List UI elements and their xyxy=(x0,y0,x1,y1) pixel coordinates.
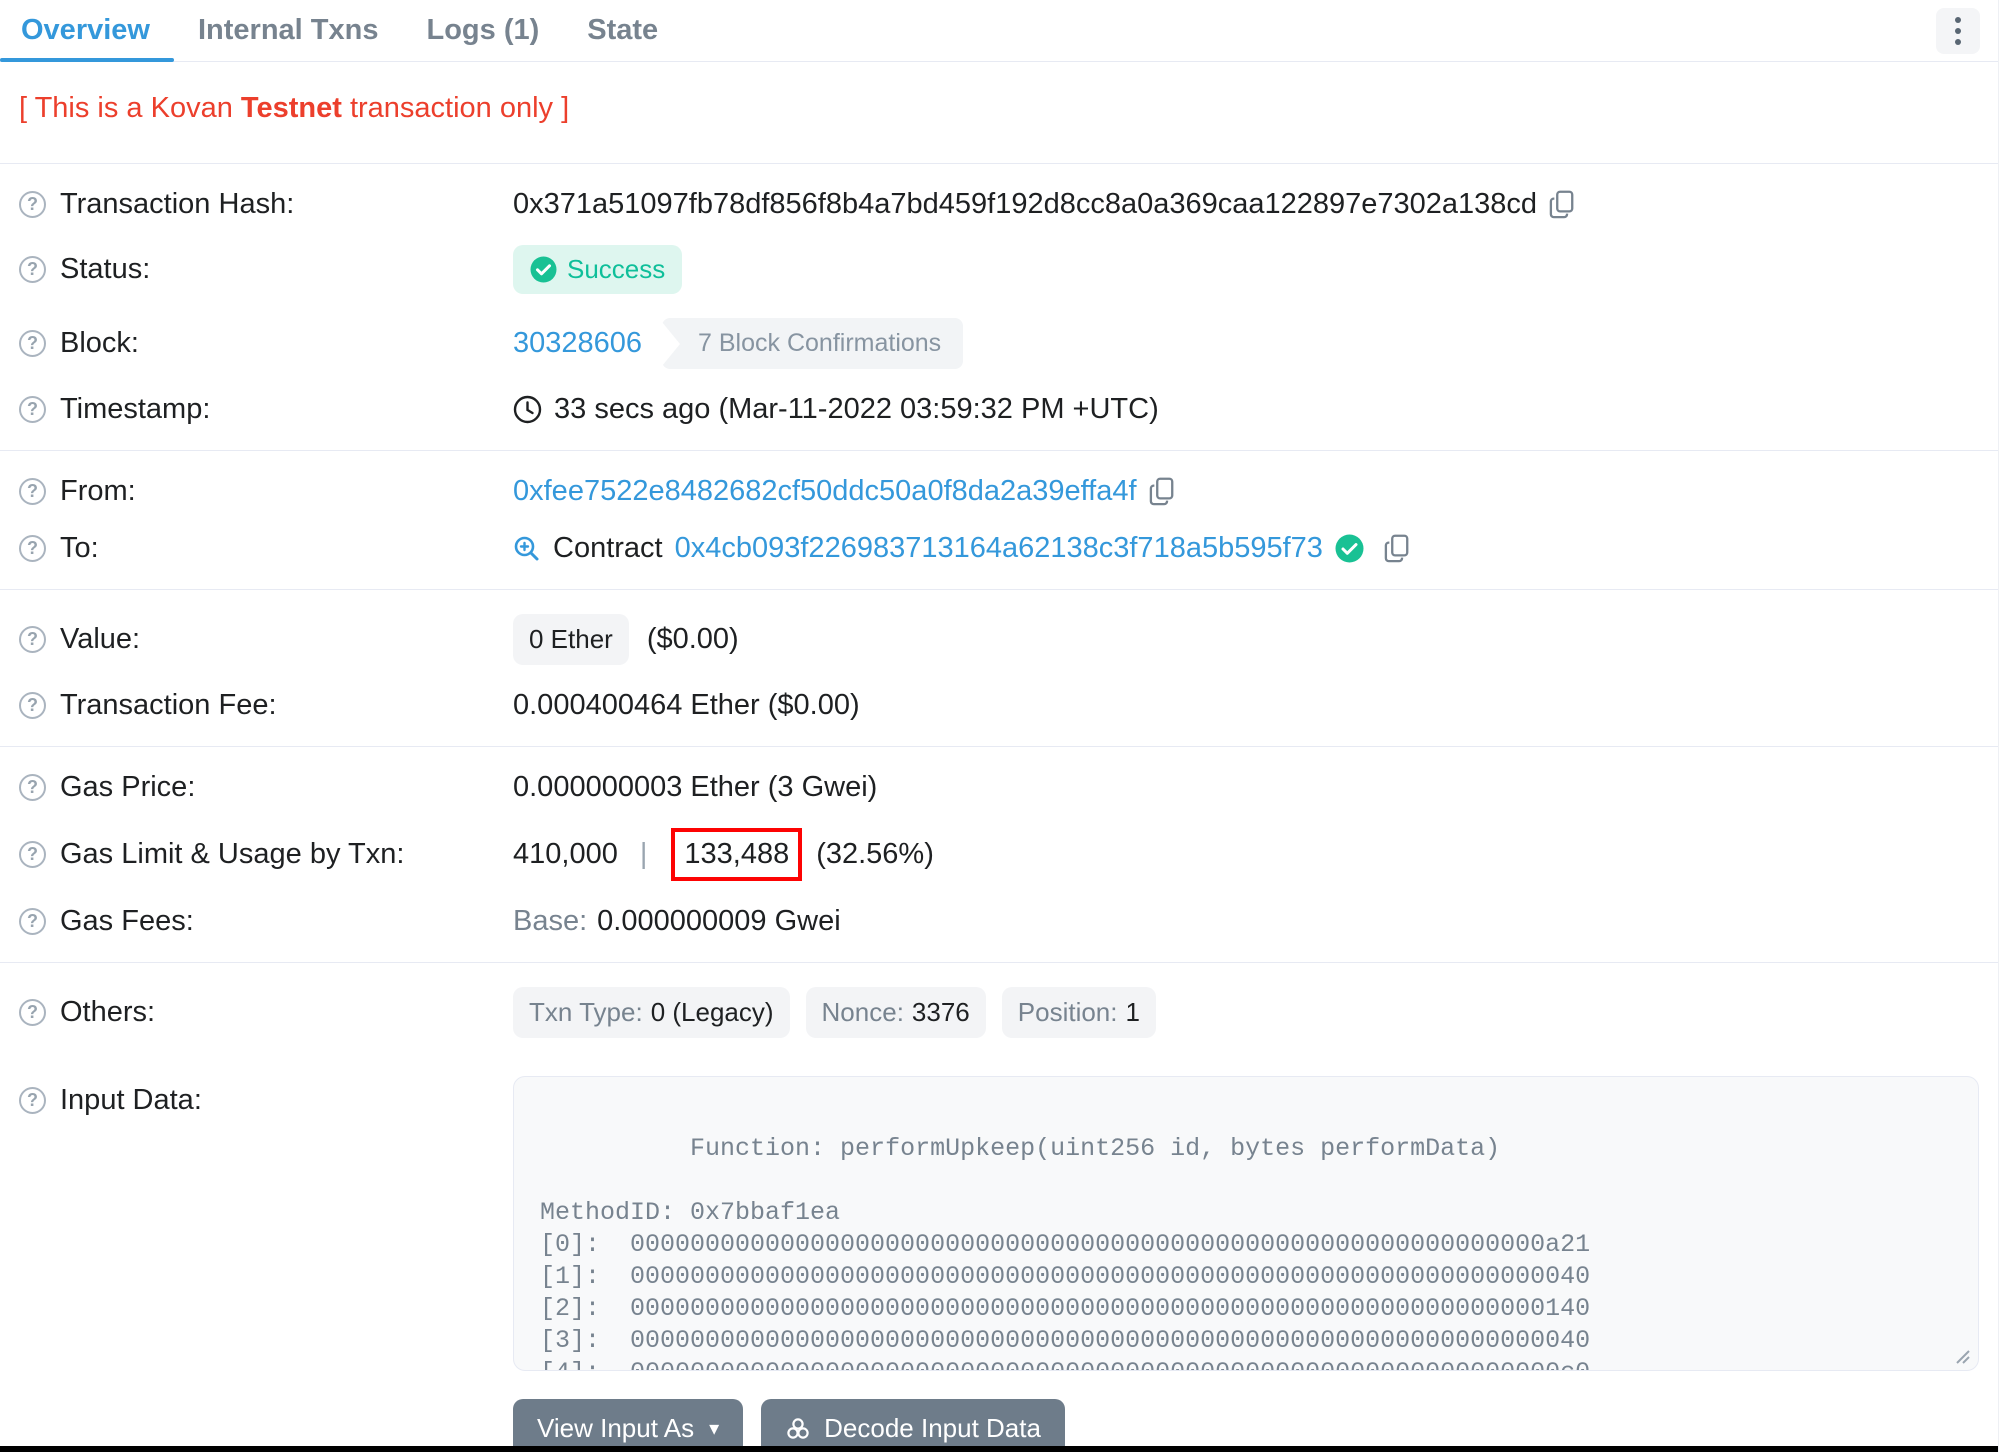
help-icon[interactable]: ? xyxy=(19,626,46,653)
row-gas-price: ? Gas Price: 0.000000003 Ether (3 Gwei) xyxy=(19,759,1979,816)
position-badge: Position: 1 xyxy=(1001,987,1156,1038)
zoom-in-icon xyxy=(514,536,539,560)
help-icon[interactable]: ? xyxy=(19,191,46,218)
timestamp-value: 33 secs ago (Mar-11-2022 03:59:32 PM +UT… xyxy=(554,393,1159,425)
to-type-label: Contract xyxy=(553,532,663,564)
verified-check-icon xyxy=(1335,534,1364,563)
from-label: From: xyxy=(60,475,136,507)
row-from: ? From: 0xfee7522e8482682cf50ddc50a0f8da… xyxy=(19,463,1979,520)
status-badge: Success xyxy=(513,245,683,294)
copy-icon xyxy=(1384,534,1409,562)
gas-separator: | xyxy=(639,838,648,870)
section-gas: ? Gas Price: 0.000000003 Ether (3 Gwei) … xyxy=(19,747,1979,962)
gas-used-percent: (32.56%) xyxy=(816,838,934,870)
window-bottom-edge xyxy=(0,1446,1998,1452)
timestamp-label: Timestamp: xyxy=(60,393,211,425)
section-summary: ? Transaction Hash: 0x371a51097fb78df856… xyxy=(19,164,1979,450)
row-timestamp: ? Timestamp: 33 secs ago (Mar-11-2022 03… xyxy=(19,381,1979,438)
check-circle-icon xyxy=(530,256,557,283)
transaction-hash-label: Transaction Hash: xyxy=(60,188,295,220)
help-icon[interactable]: ? xyxy=(19,535,46,562)
chevron-down-icon: ▾ xyxy=(709,1418,720,1440)
copy-icon xyxy=(1149,477,1173,505)
copy-to-address-button[interactable] xyxy=(1384,534,1412,564)
block-label: Block: xyxy=(60,327,139,359)
transaction-hash-value: 0x371a51097fb78df856f8b4a7bd459f192d8cc8… xyxy=(513,188,1538,220)
copy-icon xyxy=(1549,190,1574,218)
status-label: Status: xyxy=(60,253,151,285)
block-number-link[interactable]: 30328606 xyxy=(513,327,642,360)
row-gas-fees: ? Gas Fees: Base: 0.000000009 Gwei xyxy=(19,893,1979,950)
help-icon[interactable]: ? xyxy=(19,1087,46,1114)
clock-icon xyxy=(513,395,542,424)
to-address-link[interactable]: 0x4cb093f226983713164a62138c3f718a5b595f… xyxy=(675,532,1323,565)
input-data-content: Function: performUpkeep(uint256 id, byte… xyxy=(540,1134,1591,1370)
row-block: ? Block: 30328606 7 Block Confirmations xyxy=(19,306,1979,381)
txn-type-badge: Txn Type: 0 (Legacy) xyxy=(513,987,790,1038)
gas-fees-label: Gas Fees: xyxy=(60,905,194,937)
gas-limit-value: 410,000 xyxy=(513,838,618,870)
gas-fees-base-label: Base: xyxy=(513,905,588,937)
gas-price-value: 0.000000003 Ether (3 Gwei) xyxy=(513,771,878,803)
row-others: ? Others: Txn Type: 0 (Legacy) Nonce: 33… xyxy=(19,975,1979,1050)
transaction-fee-label: Transaction Fee: xyxy=(60,689,277,721)
gas-limit-label: Gas Limit & Usage by Txn: xyxy=(60,838,405,870)
help-icon[interactable]: ? xyxy=(19,330,46,357)
section-others: ? Others: Txn Type: 0 (Legacy) Nonce: 33… xyxy=(19,963,1979,1452)
row-value: ? Value: 0 Ether ($0.00) xyxy=(19,602,1979,677)
kebab-menu-icon xyxy=(1955,16,1961,45)
overview-panel: [ This is a Kovan Testnet transaction on… xyxy=(0,62,1998,1452)
row-transaction-hash: ? Transaction Hash: 0x371a51097fb78df856… xyxy=(19,176,1979,233)
help-icon[interactable]: ? xyxy=(19,774,46,801)
help-icon[interactable]: ? xyxy=(19,841,46,868)
help-icon[interactable]: ? xyxy=(19,908,46,935)
value-usd: ($0.00) xyxy=(646,623,739,655)
tab-state[interactable]: State xyxy=(587,0,658,61)
more-options-button[interactable] xyxy=(1936,7,1980,54)
transaction-fee-value: 0.000400464 Ether ($0.00) xyxy=(513,689,860,721)
input-data-textarea[interactable]: Function: performUpkeep(uint256 id, byte… xyxy=(513,1076,1979,1371)
help-icon[interactable]: ? xyxy=(19,478,46,505)
help-icon[interactable]: ? xyxy=(19,396,46,423)
decode-icon xyxy=(787,1417,809,1439)
decode-input-data-button[interactable]: Decode Input Data xyxy=(761,1399,1065,1452)
input-data-label: Input Data: xyxy=(60,1084,202,1116)
tab-overview[interactable]: Overview xyxy=(0,0,174,62)
block-confirmations-badge: 7 Block Confirmations xyxy=(662,318,964,369)
gas-used-value: 133,488 xyxy=(684,838,790,870)
from-address-link[interactable]: 0xfee7522e8482682cf50ddc50a0f8da2a39effa… xyxy=(513,475,1137,508)
annotation-red-box: 133,488 xyxy=(671,828,803,881)
row-gas-limit-usage: ? Gas Limit & Usage by Txn: 410,000 | 13… xyxy=(19,816,1979,893)
row-transaction-fee: ? Transaction Fee: 0.000400464 Ether ($0… xyxy=(19,677,1979,734)
copy-hash-button[interactable] xyxy=(1549,190,1577,220)
gas-price-label: Gas Price: xyxy=(60,771,196,803)
row-to: ? To: Contract 0x4cb093f226983713164a621… xyxy=(19,520,1979,577)
input-actions: View Input As ▾ Decode Input Data xyxy=(513,1399,1979,1452)
nonce-badge: Nonce: 3376 xyxy=(805,987,986,1038)
value-amount-badge: 0 Ether xyxy=(513,614,629,665)
tab-bar: Overview Internal Txns Logs (1) State xyxy=(0,0,1998,62)
section-addresses: ? From: 0xfee7522e8482682cf50ddc50a0f8da… xyxy=(19,451,1979,589)
transaction-detail-page: Overview Internal Txns Logs (1) State [ … xyxy=(0,0,1999,1452)
help-icon[interactable]: ? xyxy=(19,256,46,283)
value-label: Value: xyxy=(60,623,141,655)
others-label: Others: xyxy=(60,996,156,1028)
help-icon[interactable]: ? xyxy=(19,692,46,719)
view-input-as-button[interactable]: View Input As ▾ xyxy=(513,1399,744,1452)
resize-handle[interactable] xyxy=(1952,1346,1970,1364)
row-status: ? Status: Success xyxy=(19,233,1979,306)
copy-from-address-button[interactable] xyxy=(1149,477,1177,507)
help-icon[interactable]: ? xyxy=(19,999,46,1026)
row-input-data: ? Input Data: Function: performUpkeep(ui… xyxy=(19,1064,1979,1383)
section-value: ? Value: 0 Ether ($0.00) ? Transaction F… xyxy=(19,590,1979,746)
gas-fees-base-value: 0.000000009 Gwei xyxy=(597,905,841,937)
testnet-notice: [ This is a Kovan Testnet transaction on… xyxy=(19,92,570,124)
to-label: To: xyxy=(60,532,99,564)
tab-internal-txns[interactable]: Internal Txns xyxy=(198,0,379,61)
tab-logs[interactable]: Logs (1) xyxy=(426,0,539,61)
